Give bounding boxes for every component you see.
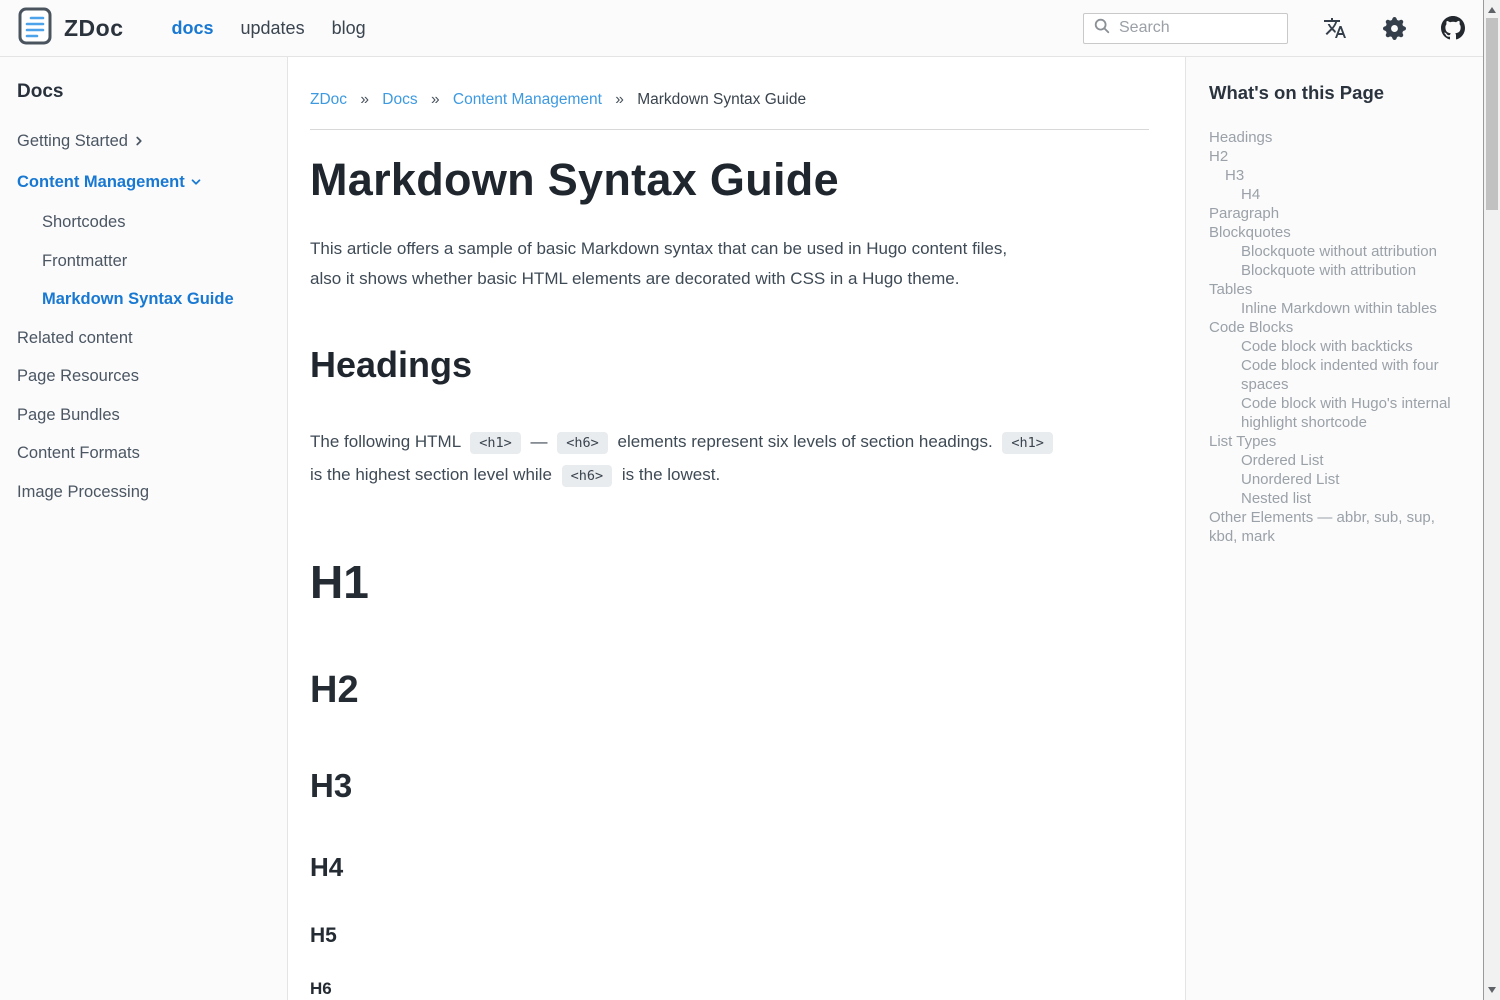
toc-title: What's on this Page: [1209, 82, 1453, 104]
sidebar-item-page-bundles[interactable]: Page Bundles: [17, 404, 270, 426]
headings-paragraph: The following HTML <h1> — <h6> elements …: [310, 426, 1149, 492]
sidebar-item-getting-started[interactable]: Getting Started: [17, 130, 270, 154]
zdoc-logo-document-icon: [18, 7, 52, 50]
docs-sidebar: Docs Getting Started Content Management …: [0, 57, 288, 1000]
gear-icon[interactable]: [1382, 16, 1406, 40]
sidebar-item-shortcodes[interactable]: Shortcodes: [17, 211, 270, 233]
github-icon[interactable]: [1441, 16, 1465, 40]
sidebar-item-related-content[interactable]: Related content: [17, 327, 270, 349]
chevron-down-icon: [189, 173, 203, 195]
breadcrumb-separator: »: [360, 91, 369, 108]
demo-heading-h6: H6: [310, 979, 1149, 999]
divider: [310, 129, 1149, 130]
demo-heading-h1: H1: [310, 556, 1149, 609]
breadcrumb-separator: »: [431, 91, 440, 108]
toc-item-ordered-list[interactable]: Ordered List: [1209, 451, 1453, 470]
toc-item-blockquote-without-attribution[interactable]: Blockquote without attribution: [1209, 242, 1453, 261]
inline-code-h1: <h1>: [470, 432, 521, 454]
toc-item-h3[interactable]: H3: [1209, 166, 1453, 185]
breadcrumb-current: Markdown Syntax Guide: [637, 91, 806, 108]
nav-links: docs updates blog: [172, 18, 366, 39]
search-box[interactable]: [1083, 13, 1288, 44]
breadcrumb-link-zdoc[interactable]: ZDoc: [310, 91, 347, 108]
sidebar-item-markdown-syntax-guide[interactable]: Markdown Syntax Guide: [17, 288, 270, 310]
section-heading-headings: Headings: [310, 344, 1149, 386]
page-title: Markdown Syntax Guide: [310, 154, 1149, 206]
search-input[interactable]: [1119, 19, 1278, 37]
nav-link-updates[interactable]: updates: [241, 18, 305, 39]
toc-item-nested-list[interactable]: Nested list: [1209, 489, 1453, 508]
inline-code-h6: <h6>: [562, 465, 613, 487]
toc-item-code-block-indented[interactable]: Code block indented with four spaces: [1209, 356, 1453, 394]
inline-code-h1: <h1>: [1002, 432, 1053, 454]
toc-item-inline-markdown-within-tables[interactable]: Inline Markdown within tables: [1209, 299, 1453, 318]
demo-heading-h2: H2: [310, 669, 1149, 713]
sidebar-item-content-management[interactable]: Content Management: [17, 171, 270, 195]
breadcrumb-separator: »: [615, 91, 624, 108]
nav-link-docs[interactable]: docs: [172, 18, 214, 39]
vertical-scrollbar[interactable]: [1483, 0, 1500, 1000]
top-navbar: ZDoc docs updates blog: [0, 0, 1483, 57]
toc-item-unordered-list[interactable]: Unordered List: [1209, 470, 1453, 489]
sidebar-item-frontmatter[interactable]: Frontmatter: [17, 250, 270, 272]
scrollbar-up-arrow-icon[interactable]: [1484, 3, 1500, 17]
search-icon: [1093, 17, 1111, 40]
chevron-right-icon: [132, 132, 146, 154]
sidebar-title: Docs: [17, 81, 270, 103]
inline-code-h6: <h6>: [557, 432, 608, 454]
demo-heading-h5: H5: [310, 924, 1149, 948]
breadcrumb-link-content-management[interactable]: Content Management: [453, 91, 602, 108]
toc-item-h2[interactable]: H2: [1209, 147, 1453, 166]
nav-icons: [1323, 16, 1465, 40]
demo-heading-h4: H4: [310, 853, 1149, 883]
toc-item-code-blocks[interactable]: Code Blocks: [1209, 318, 1453, 337]
breadcrumb: ZDoc » Docs » Content Management » Markd…: [310, 91, 1149, 109]
sidebar-item-page-resources[interactable]: Page Resources: [17, 365, 270, 387]
toc-item-h4[interactable]: H4: [1209, 185, 1453, 204]
toc-item-blockquotes[interactable]: Blockquotes: [1209, 223, 1453, 242]
toc-item-code-block-with-backticks[interactable]: Code block with backticks: [1209, 337, 1453, 356]
toc-item-paragraph[interactable]: Paragraph: [1209, 204, 1453, 223]
toc-sidebar: What's on this Page Headings H2 H3 H4 Pa…: [1185, 57, 1483, 1000]
scrollbar-thumb[interactable]: [1486, 18, 1498, 210]
nav-link-blog[interactable]: blog: [332, 18, 366, 39]
brand-title: ZDoc: [64, 15, 124, 42]
toc-item-blockquote-with-attribution[interactable]: Blockquote with attribution: [1209, 261, 1453, 280]
main-content: ZDoc » Docs » Content Management » Markd…: [288, 57, 1185, 1000]
sidebar-item-content-formats[interactable]: Content Formats: [17, 442, 270, 464]
demo-heading-h3: H3: [310, 767, 1149, 805]
scrollbar-down-arrow-icon[interactable]: [1484, 983, 1500, 997]
sidebar-item-image-processing[interactable]: Image Processing: [17, 481, 270, 503]
toc-item-headings[interactable]: Headings: [1209, 128, 1453, 147]
toc-item-other-elements[interactable]: Other Elements — abbr, sub, sup, kbd, ma…: [1209, 508, 1453, 546]
toc-item-code-block-highlight-shortcode[interactable]: Code block with Hugo's internal highligh…: [1209, 394, 1453, 432]
translate-icon[interactable]: [1323, 16, 1347, 40]
toc-item-list-types[interactable]: List Types: [1209, 432, 1453, 451]
brand[interactable]: ZDoc: [18, 7, 124, 50]
intro-paragraph: This article offers a sample of basic Ma…: [310, 234, 1149, 294]
toc-item-tables[interactable]: Tables: [1209, 280, 1453, 299]
breadcrumb-link-docs[interactable]: Docs: [382, 91, 417, 108]
